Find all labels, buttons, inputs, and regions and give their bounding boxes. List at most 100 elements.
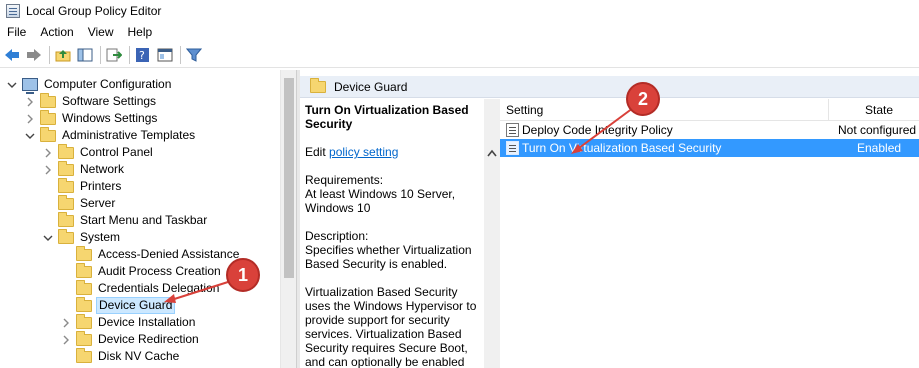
- folder-icon: [76, 313, 92, 329]
- tree-item-label: Device Installation: [98, 315, 196, 329]
- tree-item-control-panel[interactable]: Control Panel: [42, 143, 155, 161]
- scrollbar-thumb[interactable]: [284, 78, 294, 278]
- list-row-turn-on-vbs[interactable]: Turn On Virtualization Based Security En…: [500, 139, 919, 157]
- tree-item-label: Disk NV Cache: [98, 349, 180, 363]
- tree-item-label: Network: [80, 162, 125, 176]
- tree-item-device-redirection[interactable]: Device Redirection: [60, 330, 201, 348]
- chevron-right-icon[interactable]: [42, 164, 54, 176]
- tree-item-label: Credentials Delegation: [98, 281, 220, 295]
- folder-icon: [40, 109, 56, 125]
- description-scrollbar[interactable]: [484, 99, 500, 368]
- tree-item-disk-nv-cache[interactable]: Disk NV Cache: [60, 347, 181, 365]
- tree-item-label: Device Redirection: [98, 332, 199, 346]
- folder-icon: [58, 143, 74, 159]
- toolbar: ?: [0, 42, 919, 68]
- row-state: Not configured: [838, 123, 917, 137]
- tree-item-label: Control Panel: [80, 145, 153, 159]
- tree-item-device-guard[interactable]: Device Guard: [60, 296, 176, 314]
- tree-item-software-settings[interactable]: Software Settings: [24, 92, 158, 110]
- policy-setting-icon: [506, 141, 519, 155]
- folder-icon: [76, 347, 92, 363]
- scroll-up-arrow-icon[interactable]: [487, 149, 497, 157]
- tree-item-computer-configuration[interactable]: Computer Configuration: [6, 76, 173, 94]
- annotation-badge-2: 2: [626, 82, 660, 116]
- chevron-right-icon[interactable]: [60, 317, 72, 329]
- tree-item-label: Server: [80, 196, 116, 210]
- requirements: Requirements: At least Windows 10 Server,…: [305, 173, 483, 215]
- folder-icon: [76, 279, 92, 295]
- tree-item-device-installation[interactable]: Device Installation: [60, 313, 197, 331]
- help-icon[interactable]: ?: [134, 46, 152, 64]
- title-bar: Local Group Policy Editor: [0, 0, 919, 22]
- settings-list: Setting State Deploy Code Integrity Poli…: [500, 99, 919, 368]
- row-state: Enabled: [857, 141, 902, 155]
- tree-item-audit-process-creation[interactable]: Audit Process Creation: [60, 262, 223, 280]
- menu-bar: File Action View Help: [0, 22, 919, 42]
- forward-arrow-icon[interactable]: [25, 46, 43, 64]
- tree-item-label: Windows Settings: [62, 111, 158, 125]
- tree-item-label: Start Menu and Taskbar: [80, 213, 208, 227]
- chevron-down-icon[interactable]: [24, 130, 36, 142]
- edit-line: Edit policy setting: [305, 145, 483, 159]
- details-header: Device Guard: [300, 76, 919, 98]
- tree-item-start-menu-and-taskbar[interactable]: Start Menu and Taskbar: [42, 211, 209, 229]
- menu-view[interactable]: View: [81, 22, 121, 42]
- description-text: Specifies whether Virtualization Based S…: [305, 243, 472, 271]
- chevron-down-icon[interactable]: [6, 79, 18, 91]
- toolbar-separator: [100, 45, 101, 64]
- properties-icon[interactable]: [156, 46, 174, 64]
- policy-editor-app-icon: [6, 4, 20, 18]
- folder-icon: [40, 126, 56, 142]
- column-header-setting[interactable]: Setting: [506, 103, 543, 117]
- back-arrow-icon[interactable]: [3, 46, 21, 64]
- up-folder-icon[interactable]: [54, 46, 72, 64]
- tree-item-server[interactable]: Server: [42, 194, 117, 212]
- chevron-right-icon[interactable]: [24, 96, 36, 108]
- filter-icon[interactable]: [185, 46, 203, 64]
- folder-icon: [76, 330, 92, 346]
- export-list-icon[interactable]: [105, 46, 123, 64]
- chevron-right-icon[interactable]: [24, 113, 36, 125]
- tree-item-network[interactable]: Network: [42, 160, 126, 178]
- tree-item-label: Software Settings: [62, 94, 157, 108]
- toolbar-separator: [49, 45, 50, 64]
- tree-item-printers[interactable]: Printers: [42, 177, 123, 195]
- column-header-state[interactable]: State: [865, 103, 893, 117]
- tree-item-label: Printers: [80, 179, 122, 193]
- computer-icon: [22, 78, 38, 94]
- tree-item-windows-settings[interactable]: Windows Settings: [24, 109, 159, 127]
- menu-help[interactable]: Help: [121, 22, 160, 42]
- tree-item-credentials-delegation[interactable]: Credentials Delegation: [60, 279, 221, 297]
- folder-icon: [40, 92, 56, 108]
- chevron-down-icon[interactable]: [42, 232, 54, 244]
- edit-prefix: Edit: [305, 145, 326, 159]
- description: Description: Specifies whether Virtualiza…: [305, 229, 483, 271]
- tree-item-label: Device Guard: [96, 297, 176, 314]
- column-divider[interactable]: [828, 99, 829, 121]
- menu-file[interactable]: File: [0, 22, 33, 42]
- svg-text:?: ?: [139, 49, 145, 62]
- chevron-right-icon[interactable]: [60, 334, 72, 346]
- toolbar-separator: [180, 45, 181, 64]
- menu-action[interactable]: Action: [33, 22, 80, 42]
- tree-item-system[interactable]: System: [42, 228, 122, 246]
- extended-description: Turn On Virtualization Based Security Ed…: [305, 103, 483, 368]
- show-hide-tree-icon[interactable]: [76, 46, 94, 64]
- tree-item-access-denied-assistance[interactable]: Access-Denied Assistance: [60, 245, 241, 263]
- folder-icon: [58, 194, 74, 210]
- tree-item-label: Administrative Templates: [62, 128, 196, 142]
- description-body: Virtualization Based Security uses the W…: [305, 285, 477, 368]
- policy-setting-link[interactable]: policy setting: [329, 145, 398, 159]
- tree-scrollbar[interactable]: [280, 70, 296, 368]
- chevron-right-icon[interactable]: [42, 147, 54, 159]
- tree-item-administrative-templates[interactable]: Administrative Templates: [24, 126, 197, 144]
- list-row-deploy-code-integrity[interactable]: Deploy Code Integrity Policy Not configu…: [500, 121, 919, 139]
